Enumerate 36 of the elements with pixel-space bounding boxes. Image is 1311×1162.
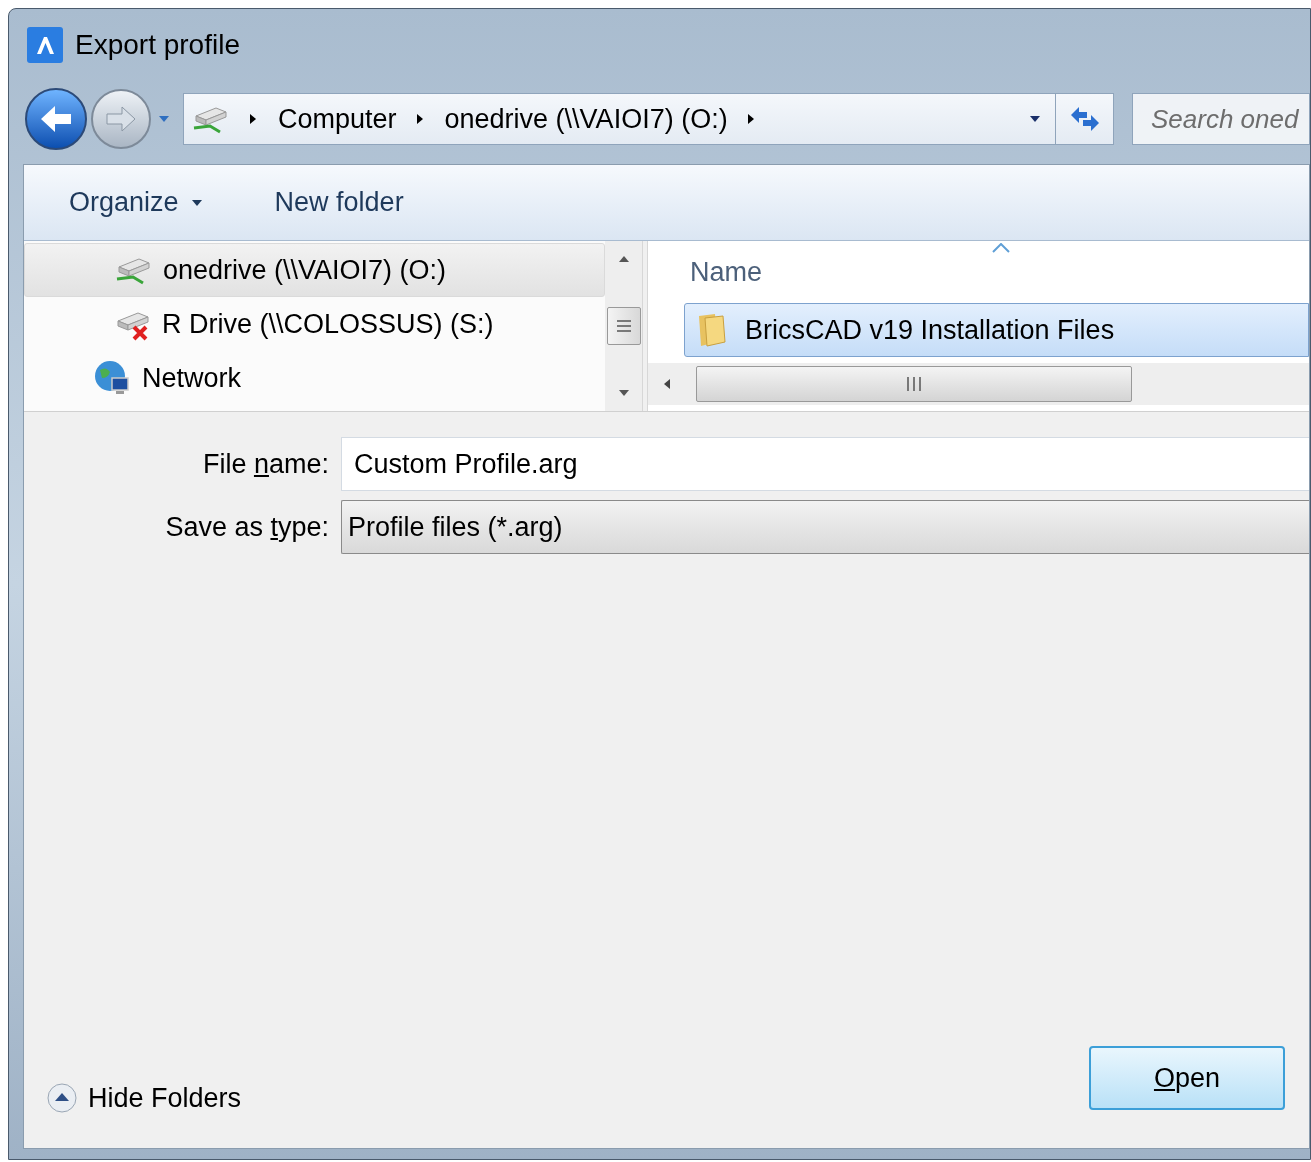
scrollbar-thumb[interactable]: [696, 366, 1132, 402]
nav-item-label: R Drive (\\COLOSSUS) (S:): [162, 307, 494, 341]
nav-item[interactable]: R Drive (\\COLOSSUS) (S:): [24, 297, 605, 351]
breadcrumb[interactable]: onedrive (\\VAIOI7) (O:): [444, 98, 728, 140]
left-arrow-icon: [39, 104, 73, 134]
window-title: Export profile: [75, 28, 240, 62]
file-row[interactable]: BricsCAD v19 Installation Files: [684, 303, 1309, 357]
file-name-field[interactable]: Custom Profile.arg: [341, 437, 1309, 491]
organize-menu-button[interactable]: Organize: [69, 182, 203, 223]
nav-item-label: onedrive (\\VAIOI7) (O:): [163, 253, 447, 287]
field-label: File name:: [201, 447, 329, 481]
vertical-scrollbar[interactable]: [605, 241, 642, 411]
file-name: BricsCAD v19 Installation Files: [745, 313, 1115, 347]
file-type-dropdown[interactable]: Profile files (*.arg): [341, 500, 1309, 554]
horizontal-scrollbar[interactable]: [648, 363, 1309, 405]
nav-item[interactable]: onedrive (\\VAIOI7) (O:): [24, 243, 605, 297]
scrollbar-thumb[interactable]: [606, 307, 641, 345]
search-placeholder: Search oned: [1151, 102, 1299, 136]
column-header[interactable]: Name: [690, 251, 763, 293]
field-value: Profile files (*.arg): [348, 510, 563, 544]
field-label: Save as type:: [164, 510, 329, 544]
search-field[interactable]: Search oned: [1132, 93, 1310, 145]
breadcrumb[interactable]: Computer: [278, 98, 397, 140]
right-arrow-icon: [105, 105, 137, 133]
grip-icon: [615, 319, 632, 333]
collapse-icon: [46, 1081, 78, 1114]
address-bar[interactable]: Computer onedrive (\\VAIOI7) (O:): [183, 93, 1114, 145]
toolbar-button[interactable]: New folder: [274, 182, 404, 223]
app-logo-icon: [27, 27, 63, 63]
hide-folders-button[interactable]: Hide Folders: [46, 1077, 242, 1118]
field-value: Custom Profile.arg: [354, 447, 578, 481]
open-button[interactable]: Open: [1089, 1045, 1285, 1110]
sort-ascending-icon: [992, 243, 1010, 253]
nav-item[interactable]: Network: [24, 351, 605, 405]
grip-icon: [906, 376, 922, 392]
nav-item-label: Network: [142, 361, 242, 395]
